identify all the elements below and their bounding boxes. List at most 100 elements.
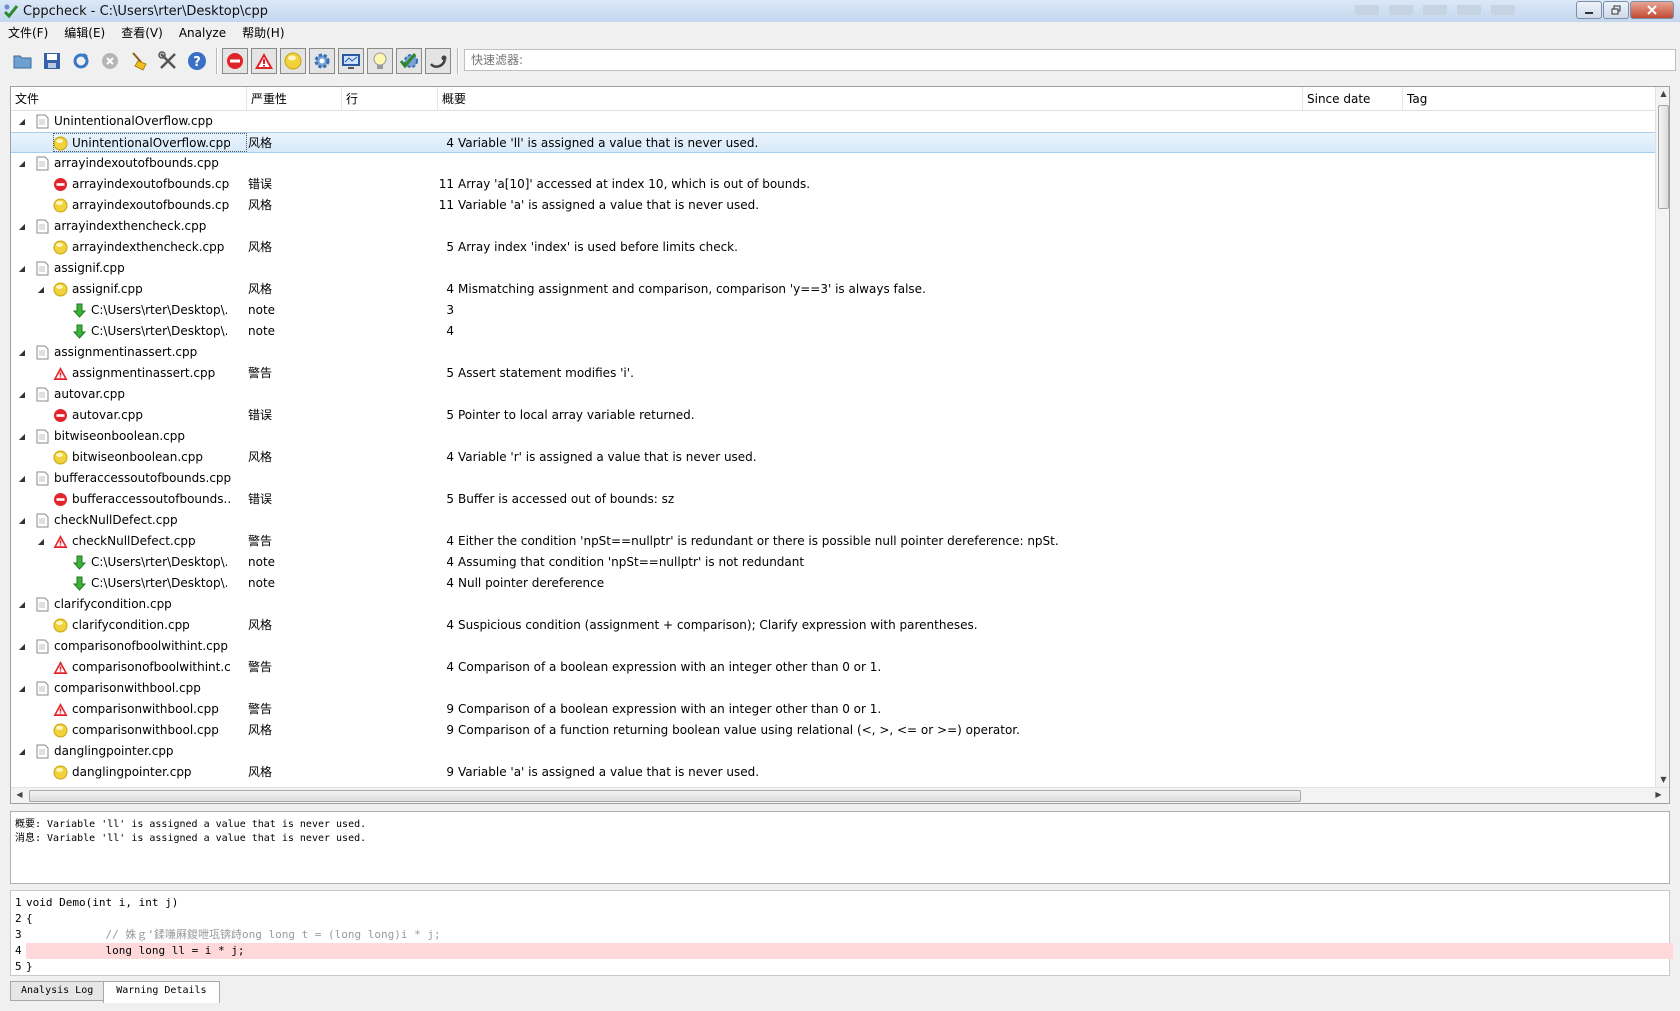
- tree-error-row[interactable]: arrayindexoutofbounds.cpp 风格 11 Variable 'a…: [11, 195, 1655, 216]
- collapse-arrow-icon[interactable]: ◢: [16, 594, 28, 615]
- collapse-arrow-icon[interactable]: ◢: [35, 279, 47, 300]
- tree-note-row[interactable]: C:\Users\rter\Desktop\... note 4: [11, 321, 1655, 342]
- tree-error-row[interactable]: arrayindexoutofbounds.cpp 错误 11 Array 'a[10…: [11, 174, 1655, 195]
- menu-help[interactable]: 帮助(H): [234, 23, 292, 43]
- show-warnings-toggle[interactable]: [251, 48, 277, 74]
- tree-note-row[interactable]: C:\Users\rter\Desktop\... note 4 Null point…: [11, 573, 1655, 594]
- tree-note-row[interactable]: C:\Users\rter\Desktop\... note 4 Assuming t…: [11, 552, 1655, 573]
- collapse-arrow-icon[interactable]: ◢: [35, 531, 47, 552]
- tree-error-row[interactable]: danglingpointer.cpp 风格 9 Variable 'a' is as…: [11, 762, 1655, 783]
- menu-edit[interactable]: 编辑(E): [56, 23, 113, 43]
- tree-file-row[interactable]: ◢ danglingpointer.cpp: [11, 741, 1655, 762]
- tree-error-row[interactable]: bitwiseonboolean.cpp 风格 4 Variable 'r' is a…: [11, 447, 1655, 468]
- tree-file-row[interactable]: ◢ arrayindexthencheck.cpp: [11, 216, 1655, 237]
- tree-error-row[interactable]: assignmentinassert.cpp 警告 5 Assert statemen…: [11, 363, 1655, 384]
- style-icon: [53, 723, 68, 738]
- tree-error-row[interactable]: comparisonwithbool.cpp 风格 9 Comparison of a…: [11, 720, 1655, 741]
- scroll-up-arrow-icon[interactable]: ▲: [1656, 89, 1669, 98]
- tree-file-row[interactable]: ◢ assignmentinassert.cpp: [11, 342, 1655, 363]
- row-severity: 警告: [248, 660, 273, 674]
- collapse-arrow-icon[interactable]: ◢: [16, 216, 28, 237]
- tree-error-row[interactable]: clarifycondition.cpp 风格 4 Suspicious condit…: [11, 615, 1655, 636]
- tree-file-row[interactable]: ◢ comparisonofboolwithint.cpp: [11, 636, 1655, 657]
- help-button[interactable]: ?: [184, 48, 210, 74]
- tree-error-row[interactable]: UnintentionalOverflow.cpp 风格 4 Variable 'll…: [11, 132, 1655, 153]
- row-summary: Array index 'index' is used before limit…: [458, 240, 738, 254]
- settings-button[interactable]: [155, 48, 181, 74]
- tree-file-row[interactable]: ◢ arrayindexoutofbounds.cpp: [11, 153, 1655, 174]
- show-hidden-toggle[interactable]: [425, 48, 451, 74]
- menu-view[interactable]: 查看(V): [113, 23, 171, 43]
- vertical-scroll-thumb[interactable]: [1658, 105, 1669, 209]
- column-header-severity[interactable]: 严重性: [247, 87, 342, 111]
- save-button[interactable]: [39, 48, 65, 74]
- scroll-down-arrow-icon[interactable]: ▼: [1656, 775, 1669, 784]
- collapse-arrow-icon[interactable]: ◢: [16, 384, 28, 405]
- column-header-file[interactable]: 文件: [11, 87, 247, 111]
- vertical-scrollbar[interactable]: ▲ ▼: [1655, 87, 1669, 787]
- open-folder-button[interactable]: [10, 48, 36, 74]
- menu-file[interactable]: 文件(F): [0, 23, 56, 43]
- tree-note-row[interactable]: C:\Users\rter\Desktop\... note 3: [11, 300, 1655, 321]
- collapse-arrow-icon[interactable]: ◢: [16, 342, 28, 363]
- tree-error-row[interactable]: ◢ assignif.cpp 风格 4 Mismatching assignment a…: [11, 279, 1655, 300]
- show-portability-toggle[interactable]: [338, 48, 364, 74]
- stop-button[interactable]: [97, 48, 123, 74]
- tree-file-row[interactable]: ◢ autovar.cpp: [11, 384, 1655, 405]
- row-severity: note: [248, 576, 276, 590]
- tree-error-row[interactable]: arrayindexthencheck.cpp 风格 5 Array index 'i…: [11, 237, 1655, 258]
- title-bar: Cppcheck - C:\Users\rter\Desktop\cpp: [0, 0, 1680, 22]
- results-tree[interactable]: 文件 严重性 行 概要 Since date Tag ◢ Unintentiona…: [10, 86, 1670, 804]
- collapse-arrow-icon[interactable]: ◢: [16, 741, 28, 762]
- tree-error-row[interactable]: comparisonofboolwithint.c... 警告 4 Compariso…: [11, 657, 1655, 678]
- collapse-arrow-icon[interactable]: ◢: [16, 153, 28, 174]
- tree-error-row[interactable]: comparisonwithbool.cpp 警告 9 Comparison of a…: [11, 699, 1655, 720]
- tree-file-row[interactable]: ◢ bitwiseonboolean.cpp: [11, 426, 1655, 447]
- show-style-toggle[interactable]: [280, 48, 306, 74]
- tree-error-row[interactable]: ◢ checkNullDefect.cpp 警告 4 Either the condit…: [11, 531, 1655, 552]
- show-checks-toggle[interactable]: [396, 48, 422, 74]
- maximize-button[interactable]: [1603, 1, 1629, 19]
- code-text: // 姝ｇ‘鍒嗛厤鍐呭瓨锛歭ong long t = (long long)i …: [26, 928, 441, 941]
- results-header: 文件 严重性 行 概要 Since date Tag: [11, 87, 1655, 111]
- horizontal-scroll-thumb[interactable]: [29, 790, 1301, 802]
- results-rows: ◢ UnintentionalOverflow.cpp UnintentionalO…: [11, 111, 1655, 783]
- collapse-arrow-icon[interactable]: ◢: [16, 468, 28, 489]
- collapse-arrow-icon[interactable]: ◢: [16, 426, 28, 447]
- show-information-toggle[interactable]: [367, 48, 393, 74]
- collapse-arrow-icon[interactable]: ◢: [16, 510, 28, 531]
- collapse-arrow-icon[interactable]: ◢: [16, 678, 28, 699]
- tree-file-row[interactable]: ◢ clarifycondition.cpp: [11, 594, 1655, 615]
- horizontal-scrollbar[interactable]: ◀ ▶: [11, 787, 1669, 803]
- scroll-right-arrow-icon[interactable]: ▶: [1651, 790, 1666, 799]
- show-errors-toggle[interactable]: [222, 48, 248, 74]
- show-performance-toggle[interactable]: [309, 48, 335, 74]
- tree-error-row[interactable]: autovar.cpp 错误 5 Pointer to local array var…: [11, 405, 1655, 426]
- file-icon: [35, 744, 50, 759]
- collapse-arrow-icon[interactable]: ◢: [16, 636, 28, 657]
- menu-analyze[interactable]: Analyze: [171, 23, 234, 43]
- close-button[interactable]: [1630, 1, 1674, 19]
- tab-analysis-log[interactable]: Analysis Log: [10, 981, 105, 1001]
- column-header-line[interactable]: 行: [342, 87, 438, 111]
- tree-file-row[interactable]: ◢ comparisonwithbool.cpp: [11, 678, 1655, 699]
- recheck-button[interactable]: [68, 48, 94, 74]
- column-header-summary[interactable]: 概要: [438, 87, 1303, 111]
- tree-file-row[interactable]: ◢ checkNullDefect.cpp: [11, 510, 1655, 531]
- tree-error-row[interactable]: bufferaccessoutofbounds.... 错误 5 Buffer is …: [11, 489, 1655, 510]
- broom-icon: [132, 52, 147, 71]
- column-header-tag[interactable]: Tag: [1403, 87, 1655, 111]
- tree-file-row[interactable]: ◢ assignif.cpp: [11, 258, 1655, 279]
- column-header-since-date[interactable]: Since date: [1303, 87, 1403, 111]
- minimize-button[interactable]: [1576, 1, 1602, 19]
- clear-results-button[interactable]: [126, 48, 152, 74]
- collapse-arrow-icon[interactable]: ◢: [16, 111, 28, 132]
- scroll-left-arrow-icon[interactable]: ◀: [12, 790, 27, 799]
- row-summary: Assert statement modifies 'i'.: [458, 366, 634, 380]
- tree-file-row[interactable]: ◢ UnintentionalOverflow.cpp: [11, 111, 1655, 132]
- tab-warning-details[interactable]: Warning Details: [103, 981, 220, 1003]
- tree-file-row[interactable]: ◢ bufferaccessoutofbounds.cpp: [11, 468, 1655, 489]
- quick-filter-input[interactable]: [464, 49, 1676, 71]
- row-line: 9: [446, 723, 454, 737]
- collapse-arrow-icon[interactable]: ◢: [16, 258, 28, 279]
